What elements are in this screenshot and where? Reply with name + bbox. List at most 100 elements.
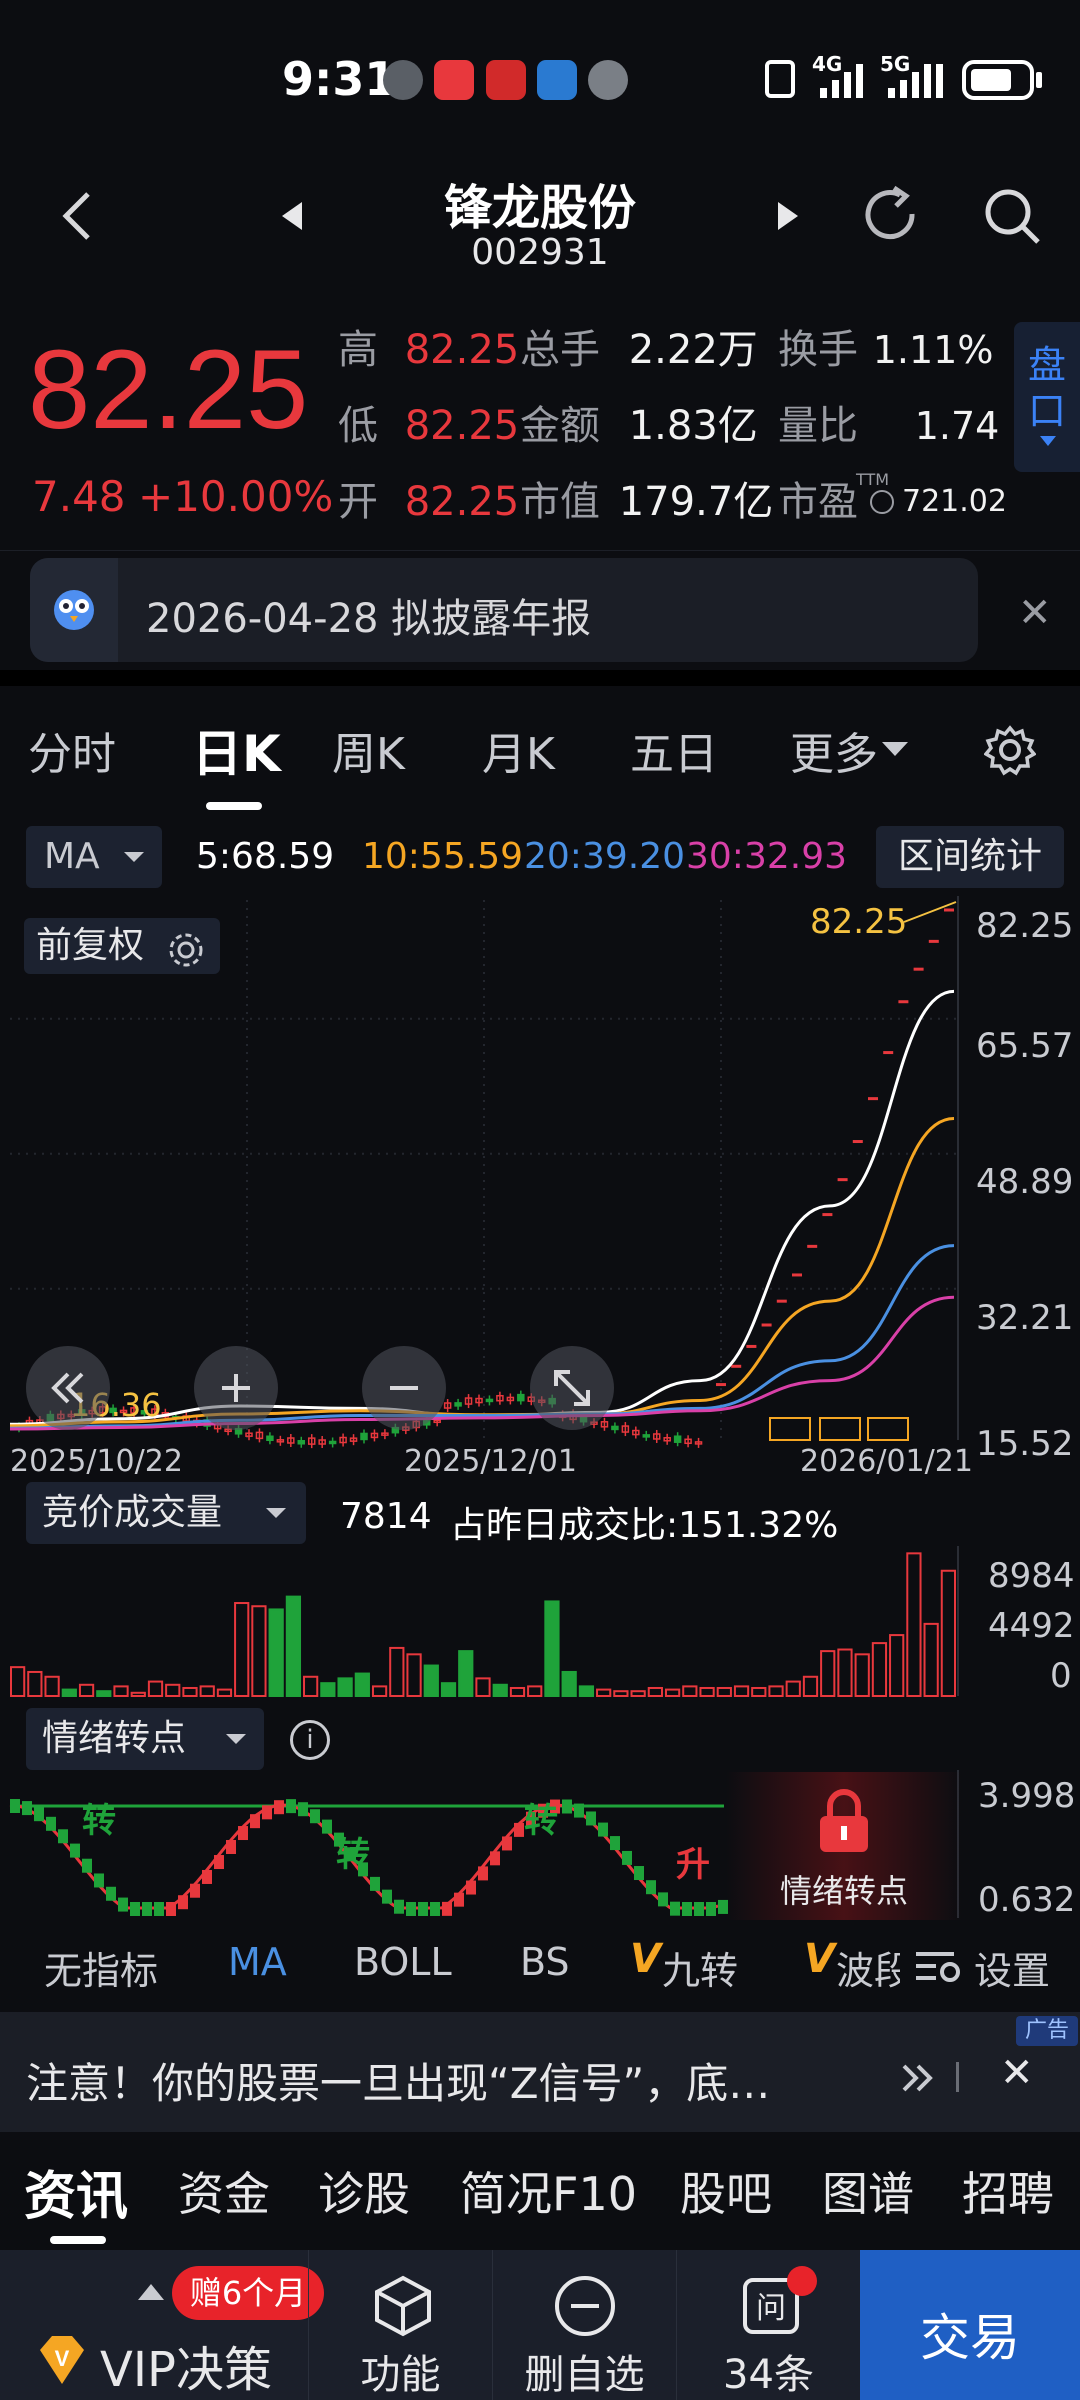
chart-settings-button[interactable] bbox=[983, 724, 1037, 780]
volume-chart[interactable] bbox=[0, 1546, 1080, 1700]
ma-selector[interactable]: MA bbox=[26, 826, 162, 888]
tab-news[interactable]: 资讯 bbox=[24, 2154, 128, 2229]
price-axis-tick: 65.57 bbox=[976, 1026, 1074, 1066]
emotion-block bbox=[670, 1901, 680, 1916]
candle bbox=[360, 1432, 368, 1441]
ma-line-ma5 bbox=[9, 989, 955, 1426]
gift-badge: 赠6个月 bbox=[172, 2266, 324, 2320]
ad-text[interactable]: 注意！你的股票一旦出现“Z信号”，底… bbox=[26, 2050, 866, 2111]
tab-f10[interactable]: 简况F10 bbox=[460, 2158, 637, 2224]
zoom-out-button[interactable] bbox=[362, 1346, 446, 1430]
emotion-block bbox=[574, 1803, 584, 1818]
expand-icon bbox=[554, 1370, 590, 1406]
volume-bar bbox=[165, 1683, 181, 1698]
fullscreen-button[interactable] bbox=[530, 1346, 614, 1430]
tab-forum[interactable]: 股吧 bbox=[680, 2158, 772, 2224]
trade-label: 交易 bbox=[920, 2309, 1020, 2367]
turn-marker: 转 bbox=[524, 1801, 558, 1841]
volume-bar bbox=[440, 1682, 457, 1697]
pe-info-icon[interactable] bbox=[870, 490, 894, 514]
tab-weekly-k[interactable]: 周K bbox=[332, 718, 405, 782]
refresh-button[interactable] bbox=[860, 184, 924, 252]
ma10-value: 10:55.59 bbox=[362, 836, 523, 877]
volume-bar bbox=[337, 1677, 353, 1697]
volume-bar bbox=[234, 1602, 250, 1697]
turnover-value: 1.11% bbox=[872, 328, 994, 372]
quote-vratio-row: 量比 1.74 bbox=[778, 396, 999, 456]
emotion-block bbox=[694, 1902, 704, 1916]
volume-bar bbox=[578, 1685, 595, 1698]
vip-decision-button[interactable]: 赠6个月 V VIP决策 bbox=[0, 2250, 324, 2400]
volume-bar bbox=[113, 1685, 129, 1698]
last-price: 82.25 bbox=[28, 327, 309, 452]
close-banner-button[interactable]: ✕ bbox=[1018, 590, 1052, 636]
trade-button[interactable]: 交易 bbox=[860, 2250, 1080, 2400]
event-banner[interactable]: 2026-04-28 拟披露年报 bbox=[30, 558, 978, 662]
candle bbox=[328, 1440, 337, 1445]
indicator-boll[interactable]: BOLL bbox=[354, 1940, 452, 1984]
tab-five-day[interactable]: 五日 bbox=[630, 718, 718, 782]
status-bar: 9:31 4G 5G bbox=[0, 0, 1080, 150]
price-axis-tick: 15.52 bbox=[976, 1424, 1074, 1464]
emotion-block bbox=[382, 1889, 392, 1904]
emotion-block bbox=[58, 1829, 68, 1844]
next-stock-button[interactable] bbox=[772, 196, 802, 240]
emotion-block bbox=[622, 1850, 632, 1865]
quote-turnover-row: 换手 1.11% bbox=[778, 320, 993, 380]
tab-funds[interactable]: 资金 bbox=[178, 2158, 270, 2224]
double-chevron-right-icon[interactable] bbox=[898, 2058, 938, 2098]
emotion-block bbox=[214, 1855, 224, 1870]
quote-mcap-row: 市值 179.7亿 bbox=[520, 472, 773, 532]
volume-bar bbox=[44, 1675, 60, 1698]
indicator-ma[interactable]: MA bbox=[228, 1940, 287, 1984]
indicator-bs[interactable]: BS bbox=[520, 1940, 570, 1984]
functions-button[interactable]: 功能 bbox=[308, 2250, 492, 2400]
emotion-indicator-selector[interactable]: 情绪转点 bbox=[26, 1708, 264, 1770]
indicator-settings-button[interactable]: 设置 bbox=[974, 1940, 1050, 1995]
price-change: 7.48 bbox=[32, 472, 126, 521]
mail-app-icon bbox=[434, 60, 474, 100]
section-divider bbox=[0, 670, 1080, 686]
emotion-block bbox=[298, 1802, 308, 1817]
range-stats-button[interactable]: 区间统计 bbox=[876, 826, 1064, 888]
delete-watchlist-label: 删自选 bbox=[524, 2352, 645, 2398]
indicator-none[interactable]: 无指标 bbox=[44, 1940, 158, 1995]
amount-value: 1.83亿 bbox=[628, 403, 758, 449]
caret-down-icon bbox=[266, 1508, 286, 1518]
order-book-toggle[interactable]: 盘 口 bbox=[1014, 322, 1080, 472]
emotion-block bbox=[634, 1866, 644, 1881]
volume-bar bbox=[199, 1685, 215, 1698]
volume-bar bbox=[423, 1664, 439, 1697]
tab-diagnosis[interactable]: 诊股 bbox=[318, 2158, 410, 2224]
info-icon[interactable]: i bbox=[290, 1720, 330, 1760]
tab-monthly-k[interactable]: 月K bbox=[482, 718, 555, 782]
volume-bar bbox=[182, 1686, 198, 1697]
tab-intraday[interactable]: 分时 bbox=[28, 718, 116, 782]
close-ad-button[interactable]: ✕ bbox=[1000, 2050, 1034, 2096]
tab-recruit[interactable]: 招聘 bbox=[962, 2158, 1054, 2224]
delete-watchlist-button[interactable]: 删自选 bbox=[492, 2250, 676, 2400]
candle bbox=[297, 1440, 306, 1445]
scroll-left-button[interactable] bbox=[26, 1346, 110, 1430]
emotion-block bbox=[646, 1880, 656, 1895]
volume-bar bbox=[354, 1672, 370, 1697]
volume-indicator-selector[interactable]: 竞价成交量 bbox=[26, 1482, 306, 1544]
volume-bar bbox=[716, 1686, 732, 1697]
emotion-axis-tick: 3.998 bbox=[978, 1776, 1076, 1816]
qa-button[interactable]: 问 34条 bbox=[676, 2250, 860, 2400]
signal-icon bbox=[888, 64, 943, 98]
emotion-block bbox=[706, 1902, 716, 1916]
locked-indicator-overlay[interactable]: 情绪转点 bbox=[726, 1772, 962, 1920]
search-button[interactable] bbox=[980, 184, 1044, 252]
emotion-block bbox=[442, 1901, 452, 1916]
emotion-block bbox=[94, 1873, 104, 1888]
volume-bar bbox=[268, 1608, 284, 1697]
emotion-block bbox=[322, 1819, 332, 1834]
emotion-block bbox=[106, 1886, 116, 1901]
indicator-nine-turn[interactable]: 九转 bbox=[662, 1940, 738, 1995]
tab-daily-k[interactable]: 日K bbox=[192, 714, 281, 786]
tab-graph[interactable]: 图谱 bbox=[822, 2158, 914, 2224]
tab-more[interactable]: 更多 bbox=[790, 718, 878, 782]
volume-label: 总手 bbox=[520, 327, 600, 373]
zoom-in-button[interactable] bbox=[194, 1346, 278, 1430]
